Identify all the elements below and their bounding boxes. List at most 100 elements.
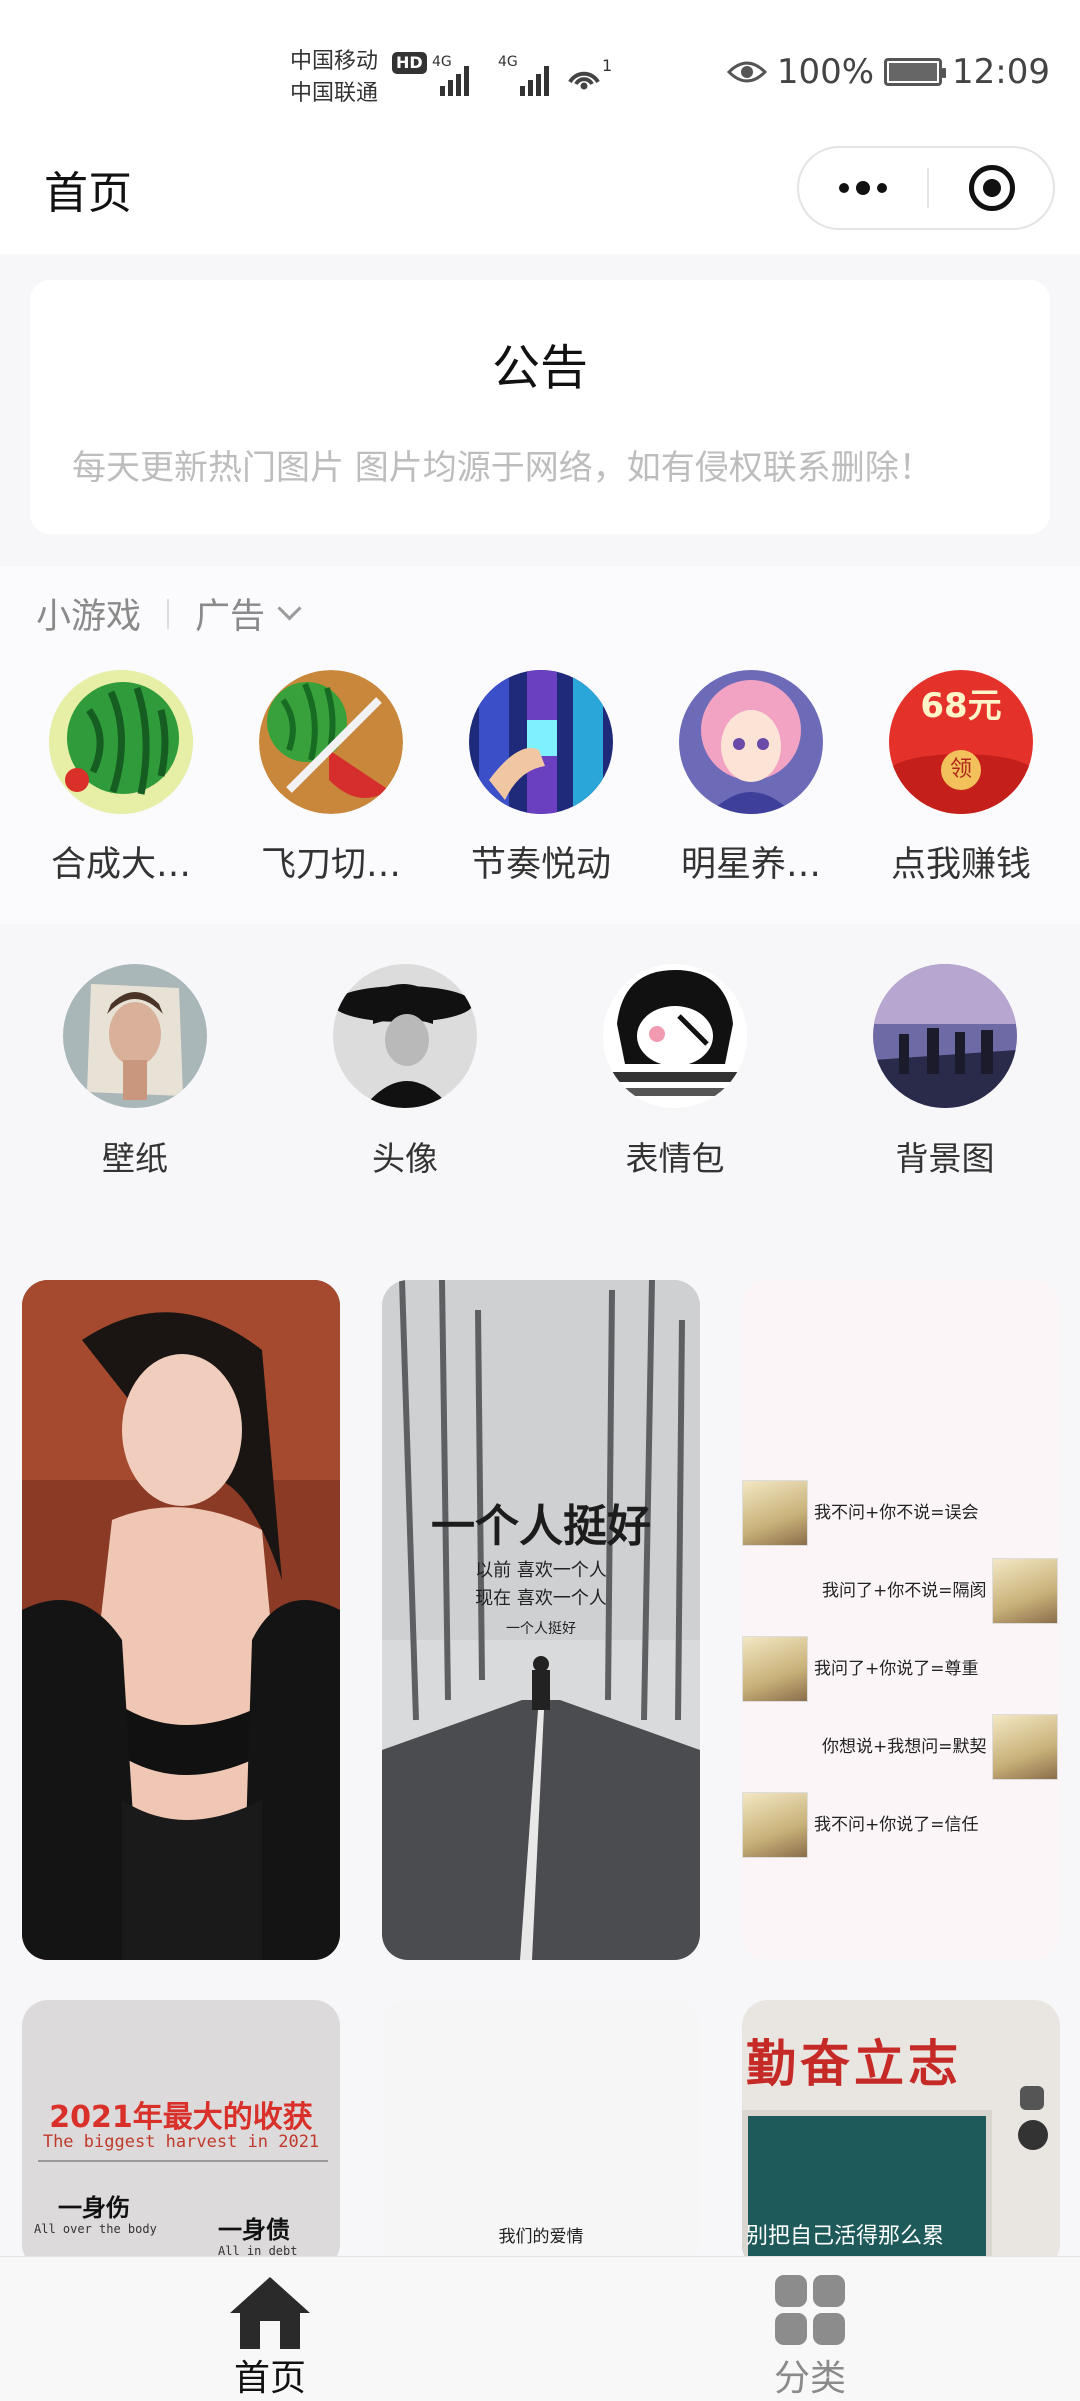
- stickers-thumbnail: [603, 964, 747, 1108]
- chevron-down-icon[interactable]: [277, 596, 302, 621]
- reward-amount: 68元: [920, 686, 1002, 726]
- avatar-thumbnail: [333, 964, 477, 1108]
- image-card[interactable]: 一个人挺好 以前 喜欢一个人 现在 喜欢一个人 一个人挺好: [382, 1280, 700, 1960]
- chat-text: 我问了+你不说=隔阂: [822, 1581, 987, 1601]
- watermelon-icon: [49, 670, 193, 814]
- game-item[interactable]: 飞刀切…: [226, 670, 436, 887]
- mini-games-section: 小游戏 广告 合成大… 飞刀切… 节奏悦动 明星养… 68元 领 点我赚钱: [0, 566, 1080, 924]
- game-item[interactable]: 明星养…: [646, 670, 856, 887]
- mini-games-header: 小游戏 广告: [36, 588, 302, 639]
- bottom-tab-bar: 首页 分类: [0, 2256, 1080, 2401]
- game-item[interactable]: 68元 领 点我赚钱: [856, 670, 1066, 887]
- announcement-text: 每天更新热门图片 图片均源于网络，如有侵权联系删除！: [72, 448, 933, 488]
- chat-avatar: [742, 1636, 808, 1702]
- carrier-2: 中国联通: [290, 81, 379, 106]
- mini-games-label: 小游戏: [36, 597, 142, 637]
- more-dot-icon: [839, 183, 849, 193]
- chat-avatar: [742, 1792, 808, 1858]
- announcement-title: 公告: [491, 340, 588, 396]
- chat-text: 我问了+你说了=尊重: [814, 1659, 979, 1679]
- chat-row: 我不问+你不说=误会: [742, 1480, 1060, 1546]
- chat-row: 你想说+我想问=默契: [742, 1714, 1060, 1780]
- home-icon: [230, 2277, 310, 2349]
- wallpaper-thumbnail: [63, 964, 207, 1108]
- image-card[interactable]: 我们的爱情: [382, 2000, 700, 2270]
- game-name: 合成大…: [50, 845, 191, 885]
- anime-girl-icon: [679, 670, 823, 814]
- image-card[interactable]: 2021年最大的收获 The biggest harvest in 2021 一…: [22, 2000, 340, 2270]
- sliced-watermelon-icon: [259, 670, 403, 814]
- game-item[interactable]: 节奏悦动: [436, 670, 646, 887]
- category-name: 表情包: [625, 1139, 725, 1178]
- card-item-en: All over the body: [34, 2222, 157, 2236]
- ad-label[interactable]: 广告: [195, 588, 265, 639]
- game-name: 节奏悦动: [470, 845, 611, 885]
- status-right: 100% 12:09: [726, 52, 1050, 92]
- signal-icon-2: 4G: [498, 54, 549, 96]
- tab-label: 首页: [233, 2358, 306, 2399]
- speaker-icon: [1020, 2086, 1044, 2110]
- category-backgrounds[interactable]: 背景图: [835, 964, 1055, 1180]
- backgrounds-thumbnail: [873, 964, 1017, 1108]
- card-line: 以前 喜欢一个人: [475, 1560, 607, 1581]
- close-program-button[interactable]: [969, 165, 1015, 211]
- image-card[interactable]: [22, 1280, 340, 1960]
- announcement-card: 公告 每天更新热门图片 图片均源于网络，如有侵权联系删除！: [30, 280, 1050, 534]
- category-stickers[interactable]: 表情包: [565, 964, 785, 1180]
- category-wallpaper[interactable]: 壁纸: [25, 964, 245, 1180]
- piano-tiles-icon: [469, 670, 613, 814]
- chat-row: 我问了+你不说=隔阂: [742, 1558, 1060, 1624]
- card-title: 2021年最大的收获: [49, 2100, 313, 2135]
- chat-text: 你想说+我想问=默契: [822, 1737, 987, 1757]
- image-card[interactable]: 勤奋立志 别把自己活得那么累: [742, 2000, 1060, 2270]
- hotspot-count: 1: [602, 56, 613, 75]
- card-item: 一身债: [218, 2216, 290, 2244]
- battery-icon: [884, 58, 947, 86]
- card-line: 一个人挺好: [506, 1621, 576, 1637]
- hd-badge: HD: [392, 52, 427, 74]
- more-menu-button[interactable]: [799, 148, 927, 228]
- divider: [167, 598, 170, 629]
- knob-icon: [1018, 2120, 1048, 2150]
- grid-icon: [775, 2275, 845, 2345]
- game-item[interactable]: 合成大…: [16, 670, 226, 887]
- carrier-1: 中国移动: [290, 49, 379, 74]
- battery-percent: 100%: [776, 52, 875, 92]
- more-dot-icon: [856, 181, 870, 195]
- red-envelope-icon: 68元 领: [889, 670, 1033, 814]
- image-card[interactable]: 我不问+你不说=误会 我问了+你不说=隔阂 我问了+你说了=尊重 你想说+我想问…: [742, 1280, 1060, 1960]
- signal-icon: 4G: [432, 54, 469, 96]
- tab-category[interactable]: 分类: [540, 2257, 1080, 2401]
- category-name: 头像: [372, 1139, 438, 1178]
- card-title: 勤奋立志: [746, 2035, 962, 2093]
- card-item: 一身伤: [58, 2194, 130, 2222]
- tab-label: 分类: [773, 2358, 846, 2399]
- card-headline: 一个人挺好: [431, 1501, 651, 1552]
- capsule-divider: [927, 168, 929, 208]
- game-name: 明星养…: [680, 845, 821, 885]
- signal-label: 4G: [432, 54, 452, 70]
- category-name: 背景图: [895, 1139, 995, 1178]
- page-title: 首页: [44, 168, 132, 219]
- chat-row: 我不问+你说了=信任: [742, 1792, 1060, 1858]
- chat-row: 我问了+你说了=尊重: [742, 1636, 1060, 1702]
- divider: [38, 2160, 328, 2162]
- category-name: 壁纸: [102, 1139, 168, 1178]
- more-dot-icon: [877, 183, 887, 193]
- chat-avatar: [992, 1558, 1058, 1624]
- chat-avatar: [742, 1480, 808, 1546]
- chat-text: 我不问+你说了=信任: [814, 1815, 979, 1835]
- chat-avatar: [992, 1714, 1058, 1780]
- card-caption: 别把自己活得那么累: [746, 2224, 945, 2249]
- category-avatar[interactable]: 头像: [295, 964, 515, 1180]
- clock: 12:09: [952, 52, 1050, 92]
- card-text: 我们的爱情: [498, 2227, 584, 2247]
- game-name: 飞刀切…: [260, 845, 401, 885]
- tab-home[interactable]: 首页: [0, 2257, 540, 2401]
- carrier-names: 中国移动 中国联通: [290, 46, 378, 110]
- mini-program-capsule: [797, 146, 1055, 230]
- status-bar: 中国移动 中国联通 HD 4G 4G 1 100% 12:09: [0, 0, 1080, 150]
- claim-badge: 领: [941, 750, 981, 790]
- portrait-photo: [22, 1280, 340, 1960]
- nav-bar: 首页: [0, 146, 1080, 254]
